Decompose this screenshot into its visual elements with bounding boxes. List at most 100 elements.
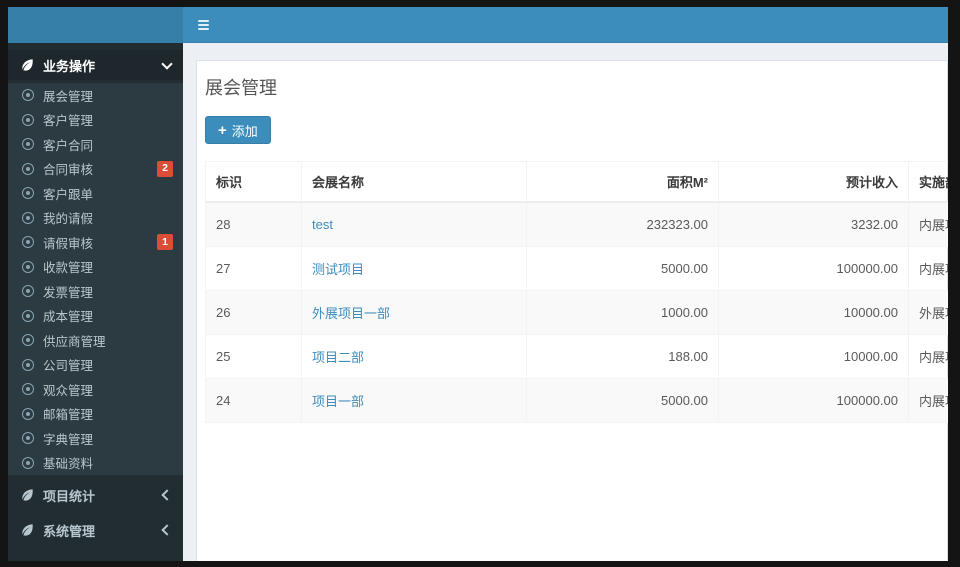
bullseye-icon xyxy=(22,138,34,151)
cell-name: 外展项目一部 xyxy=(301,290,527,335)
exhibition-link[interactable]: 项目二部 xyxy=(312,350,364,365)
sidebar-item-label: 展会管理 xyxy=(43,89,94,104)
notification-badge: 1 xyxy=(157,234,173,251)
exhibition-link[interactable]: 外展项目一部 xyxy=(312,306,390,321)
sidebar-item[interactable]: 我的请假 xyxy=(8,206,183,231)
cell-income: 100000.00 xyxy=(718,378,909,423)
cell-income: 100000.00 xyxy=(718,246,909,291)
sidebar-item[interactable]: 发票管理 xyxy=(8,279,183,304)
bullseye-icon xyxy=(22,383,34,396)
table-row: 24 项目一部 5000.00100000.00内展项目 xyxy=(205,378,948,423)
cell-department: 内展项目 xyxy=(908,334,948,379)
table-row: 26 外展项目一部 1000.0010000.00外展项目 xyxy=(205,290,948,335)
sidebar-item[interactable]: 成本管理 xyxy=(8,304,183,329)
bullseye-icon xyxy=(22,358,34,371)
bullseye-icon xyxy=(22,236,34,249)
sidebar-item-label: 字典管理 xyxy=(43,432,94,447)
cell-area: 232323.00 xyxy=(526,201,719,247)
logo-area[interactable] xyxy=(8,7,183,43)
exhibition-link[interactable]: 项目一部 xyxy=(312,394,364,409)
sidebar-item-label: 客户管理 xyxy=(43,114,94,129)
sidebar-item[interactable]: 基础资料 xyxy=(8,451,183,476)
chevron-down-icon xyxy=(161,57,173,70)
sidebar-item[interactable]: 字典管理 xyxy=(8,426,183,451)
sidebar-item[interactable]: 公司管理 xyxy=(8,353,183,378)
cell-department: 内展项目 xyxy=(908,246,948,291)
cell-id: 28 xyxy=(205,201,302,247)
sidebar-item-label: 供应商管理 xyxy=(43,334,106,349)
sidebar: 业务操作展会管理客户管理客户合同合同审核 2 客户跟单我的请假请假审核 1 收款管理发票… xyxy=(8,43,183,561)
sidebar-item-label: 请假审核 xyxy=(43,236,94,251)
sidebar-item[interactable]: 收款管理 xyxy=(8,255,183,280)
content-area: 展会管理 + 添加 标识会展名称面积M²预计收入实施部门 28 test 23232… xyxy=(183,43,948,561)
exhibition-link[interactable]: test xyxy=(312,217,333,232)
sidebar-item-label: 合同审核 xyxy=(43,163,94,178)
exhibition-card: 展会管理 + 添加 标识会展名称面积M²预计收入实施部门 28 test 23232… xyxy=(196,60,948,561)
sidebar-item[interactable]: 观众管理 xyxy=(8,377,183,402)
top-navbar xyxy=(8,7,948,43)
sidebar-item[interactable]: 客户跟单 xyxy=(8,181,183,206)
sidebar-item-label: 发票管理 xyxy=(43,285,94,300)
bullseye-icon xyxy=(22,260,34,273)
sidebar-item[interactable]: 展会管理 xyxy=(8,83,183,108)
sidebar-section-label: 系统管理 xyxy=(43,523,96,539)
cell-area: 5000.00 xyxy=(526,246,719,291)
cell-department: 内展项目 xyxy=(908,378,948,423)
bullseye-icon xyxy=(22,334,34,347)
sidebar-item[interactable]: 合同审核 2 xyxy=(8,157,183,182)
cell-income: 10000.00 xyxy=(718,290,909,335)
bullseye-icon xyxy=(22,309,34,322)
sidebar-item-label: 我的请假 xyxy=(43,212,94,227)
column-header: 实施部门 xyxy=(908,161,948,203)
cell-id: 27 xyxy=(205,246,302,291)
sidebar-item[interactable]: 邮箱管理 xyxy=(8,402,183,427)
plus-icon: + xyxy=(218,121,227,139)
cell-area: 188.00 xyxy=(526,334,719,379)
table-body: 28test232323.003232.00内展项目27测试项目5000.001… xyxy=(205,201,948,423)
chevron-left-icon xyxy=(161,489,173,501)
add-button[interactable]: + 添加 xyxy=(205,116,271,144)
cell-department: 内展项目 xyxy=(908,201,948,247)
sidebar-section-label: 业务操作 xyxy=(43,58,96,74)
sidebar-item[interactable]: 客户管理 xyxy=(8,108,183,133)
table-header-row: 标识会展名称面积M²预计收入实施部门 xyxy=(205,161,948,203)
sidebar-item[interactable]: 客户合同 xyxy=(8,132,183,157)
column-header: 预计收入 xyxy=(718,161,909,203)
cell-name: test xyxy=(301,201,527,247)
column-header: 会展名称 xyxy=(301,161,527,203)
bullseye-icon xyxy=(22,432,34,445)
table-row: 25 项目二部 188.0010000.00内展项目 xyxy=(205,334,948,379)
add-button-label: 添加 xyxy=(231,123,258,139)
cell-income: 10000.00 xyxy=(718,334,909,379)
notification-badge: 2 xyxy=(157,160,173,177)
page-title: 展会管理 xyxy=(205,78,277,98)
bullseye-icon xyxy=(22,407,34,420)
cell-id: 24 xyxy=(205,378,302,423)
bullseye-icon xyxy=(22,456,34,469)
bullseye-icon xyxy=(22,187,34,200)
sidebar-menu: 业务操作展会管理客户管理客户合同合同审核 2 客户跟单我的请假请假审核 1 收款管理发票… xyxy=(8,50,183,545)
sidebar-item-label: 客户合同 xyxy=(43,138,94,153)
sidebar-section-header[interactable]: 项目统计 xyxy=(8,480,183,510)
hamburger-icon xyxy=(197,20,209,30)
cell-id: 26 xyxy=(205,290,302,335)
sidebar-item[interactable]: 供应商管理 xyxy=(8,328,183,353)
sidebar-toggle-button[interactable] xyxy=(183,7,223,43)
leaf-icon xyxy=(20,488,34,502)
leaf-icon xyxy=(20,58,34,72)
card-body: + 添加 标识会展名称面积M²预计收入实施部门 28 test 232323.003… xyxy=(197,110,948,423)
bullseye-icon xyxy=(22,113,34,126)
sidebar-item-label: 客户跟单 xyxy=(43,187,94,202)
table-row: 27 测试项目 5000.00100000.00内展项目 xyxy=(205,246,948,291)
sidebar-item[interactable]: 请假审核 1 xyxy=(8,230,183,255)
sidebar-section-header[interactable]: 业务操作 xyxy=(8,50,183,80)
card-header: 展会管理 xyxy=(197,61,947,110)
table-row: 28 test 232323.003232.00内展项目 xyxy=(205,201,948,247)
column-header: 面积M² xyxy=(526,161,719,203)
exhibition-link[interactable]: 测试项目 xyxy=(312,262,364,277)
exhibition-table: 标识会展名称面积M²预计收入实施部门 28 test 232323.003232.0… xyxy=(205,161,948,423)
leaf-icon xyxy=(20,523,34,537)
sidebar-section-header[interactable]: 系统管理 xyxy=(8,515,183,545)
sidebar-item-label: 收款管理 xyxy=(43,261,94,276)
chevron-left-icon xyxy=(161,524,173,536)
